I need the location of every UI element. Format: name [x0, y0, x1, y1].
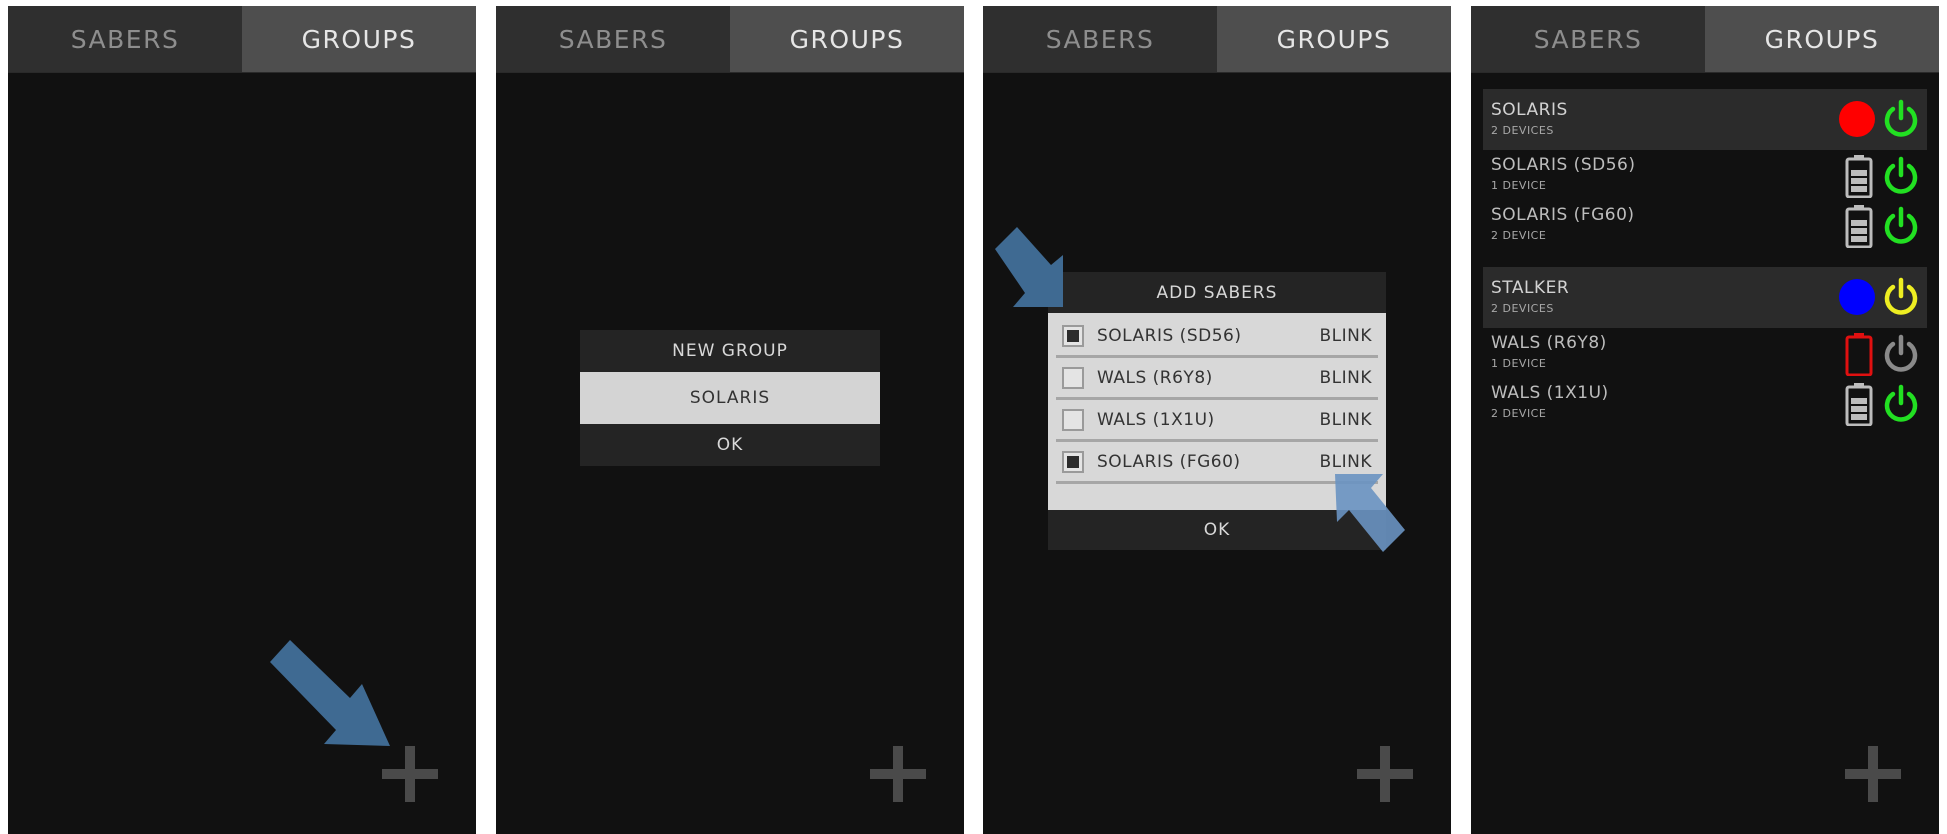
ok-button[interactable]: OK	[580, 424, 880, 466]
screen-add-sabers: SABERS GROUPS ADD SABERS SOLARIS (SD56) …	[983, 6, 1451, 834]
device-name: WALS (R6Y8)	[1491, 333, 1607, 353]
tab-groups[interactable]: GROUPS	[1217, 6, 1451, 72]
color-swatch-icon[interactable]	[1839, 101, 1875, 137]
power-icon[interactable]	[1881, 156, 1921, 196]
tab-sabers[interactable]: SABERS	[1471, 6, 1705, 72]
blink-button[interactable]: BLINK	[1319, 410, 1372, 430]
device-name: SOLARIS (FG60)	[1491, 205, 1635, 225]
group-name-input[interactable]: SOLARIS	[580, 372, 880, 424]
group-device-count: 2 DEVICES	[1491, 124, 1554, 137]
group-name: STALKER	[1491, 278, 1570, 298]
tab-bar: SABERS GROUPS	[1471, 6, 1939, 73]
new-group-dialog: NEW GROUP SOLARIS OK	[580, 330, 880, 466]
device-row[interactable]: SOLARIS (SD56) 1 DEVICE	[1483, 152, 1927, 202]
dialog-title: NEW GROUP	[672, 341, 788, 361]
device-count: 2 DEVICE	[1491, 229, 1547, 242]
group-list: SOLARIS 2 DEVICES SOLARIS (SD56) 1 DEVIC…	[1483, 89, 1927, 430]
screen-groups-empty: SABERS GROUPS	[8, 6, 476, 834]
power-icon[interactable]	[1881, 277, 1921, 317]
arrow-indicator-icon	[1335, 474, 1405, 552]
device-name: SOLARIS (SD56)	[1491, 155, 1636, 175]
saber-checkbox[interactable]	[1062, 450, 1084, 473]
tab-sabers[interactable]: SABERS	[983, 6, 1217, 72]
list-item[interactable]: WALS (R6Y8) BLINK	[1056, 358, 1378, 400]
tab-groups[interactable]: GROUPS	[242, 6, 476, 72]
group-header-row[interactable]: SOLARIS 2 DEVICES	[1483, 89, 1927, 150]
tab-bar: SABERS GROUPS	[496, 6, 964, 73]
group-device-count: 2 DEVICES	[1491, 302, 1554, 315]
add-group-button[interactable]	[870, 746, 926, 802]
saber-name: SOLARIS (FG60)	[1097, 451, 1241, 472]
device-row[interactable]: WALS (1X1U) 2 DEVICE	[1483, 380, 1927, 430]
screen-new-group: SABERS GROUPS NEW GROUP SOLARIS OK	[496, 6, 964, 834]
group-name: SOLARIS	[1491, 100, 1568, 120]
tab-groups[interactable]: GROUPS	[730, 6, 964, 72]
battery-full-icon	[1845, 205, 1873, 248]
power-icon[interactable]	[1881, 384, 1921, 424]
saber-name: WALS (R6Y8)	[1097, 367, 1213, 388]
device-name: WALS (1X1U)	[1491, 383, 1609, 403]
power-icon[interactable]	[1881, 334, 1921, 374]
list-item[interactable]: SOLARIS (FG60) BLINK	[1056, 442, 1378, 484]
tab-sabers[interactable]: SABERS	[8, 6, 242, 72]
device-count: 2 DEVICE	[1491, 407, 1547, 420]
saber-name: SOLARIS (SD56)	[1097, 325, 1242, 346]
saber-name: WALS (1X1U)	[1097, 409, 1215, 430]
group-header-row[interactable]: STALKER 2 DEVICES	[1483, 267, 1927, 328]
arrow-indicator-icon	[270, 640, 390, 746]
blink-button[interactable]: BLINK	[1319, 326, 1372, 346]
dialog-title: ADD SABERS	[1156, 282, 1278, 303]
power-icon[interactable]	[1881, 99, 1921, 139]
saber-checkbox[interactable]	[1062, 366, 1084, 389]
color-swatch-icon[interactable]	[1839, 279, 1875, 315]
battery-full-icon	[1845, 383, 1873, 426]
add-group-button[interactable]	[1357, 746, 1413, 802]
device-row[interactable]: SOLARIS (FG60) 2 DEVICE	[1483, 202, 1927, 252]
battery-empty-icon	[1845, 333, 1873, 376]
tab-sabers[interactable]: SABERS	[496, 6, 730, 72]
saber-checkbox[interactable]	[1062, 324, 1084, 347]
device-count: 1 DEVICE	[1491, 357, 1547, 370]
tab-bar: SABERS GROUPS	[8, 6, 476, 73]
power-icon[interactable]	[1881, 206, 1921, 246]
list-item[interactable]: WALS (1X1U) BLINK	[1056, 400, 1378, 442]
screen-groups-list: SABERS GROUPS SOLARIS 2 DEVICES SOLARIS …	[1471, 6, 1939, 834]
device-count: 1 DEVICE	[1491, 179, 1547, 192]
tab-groups[interactable]: GROUPS	[1705, 6, 1939, 72]
add-group-button[interactable]	[1845, 746, 1901, 802]
arrow-indicator-icon	[995, 227, 1063, 307]
add-group-button[interactable]	[382, 746, 438, 802]
battery-full-icon	[1845, 155, 1873, 198]
device-row[interactable]: WALS (R6Y8) 1 DEVICE	[1483, 330, 1927, 380]
blink-button[interactable]: BLINK	[1319, 368, 1372, 388]
tab-bar: SABERS GROUPS	[983, 6, 1451, 73]
saber-checkbox[interactable]	[1062, 408, 1084, 431]
list-item[interactable]: SOLARIS (SD56) BLINK	[1056, 316, 1378, 358]
blink-button[interactable]: BLINK	[1319, 452, 1372, 472]
